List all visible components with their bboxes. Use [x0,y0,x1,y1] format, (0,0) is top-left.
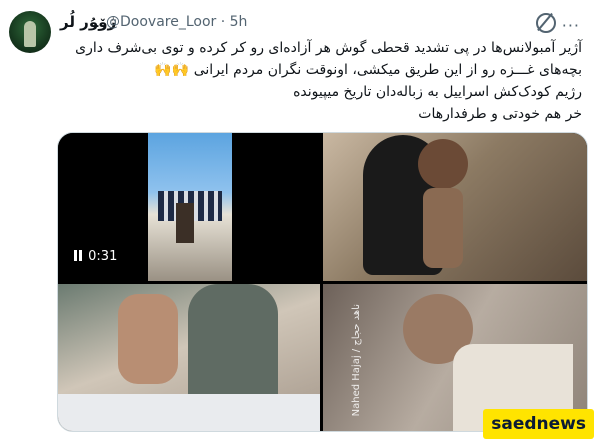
video-controls[interactable]: 0:31 [74,249,117,264]
tweet-line-4: خر هم خودتی و طرفدارهات [418,106,582,122]
podium-shape [176,203,194,243]
tweet-line-3: رژیم کودک‌کش اسراییل به زباله‌دان تاریخ … [293,84,582,100]
photo-caption: Nahed Hajaj / ناهد حجاج [351,304,362,417]
avatar[interactable] [9,11,51,53]
video-thumbnail [148,133,232,281]
pause-icon[interactable] [74,249,84,264]
avatar-figure [24,21,36,47]
author-meta[interactable]: @Doovare_Loor · 5h [106,14,247,30]
grok-icon[interactable] [536,13,556,33]
tweet-line-2: بچه‌های غـــزه رو از این طریق میکشی، اون… [154,62,582,78]
photo-mother-child[interactable] [323,133,587,281]
watermark-logo: saednews [483,409,594,439]
more-options-icon[interactable]: ··· [562,16,580,35]
child-figure [118,294,178,384]
time-separator: · [220,14,226,30]
video-player[interactable]: 0:31 [58,133,320,281]
bed-sheet [58,394,320,431]
post-time: 5h [229,14,248,30]
video-duration: 0:31 [88,249,118,264]
author-handle: @Doovare_Loor [106,14,217,30]
media-grid: 0:31 Nahed Hajaj / ناهد حجاج [57,132,588,432]
photo-child-bed[interactable] [58,284,320,431]
tweet-line-1: آژیر آمبولانس‌ها در پی تشدید قحطی گوش هر… [75,40,582,56]
child-body [423,188,463,268]
child-head [418,139,468,189]
